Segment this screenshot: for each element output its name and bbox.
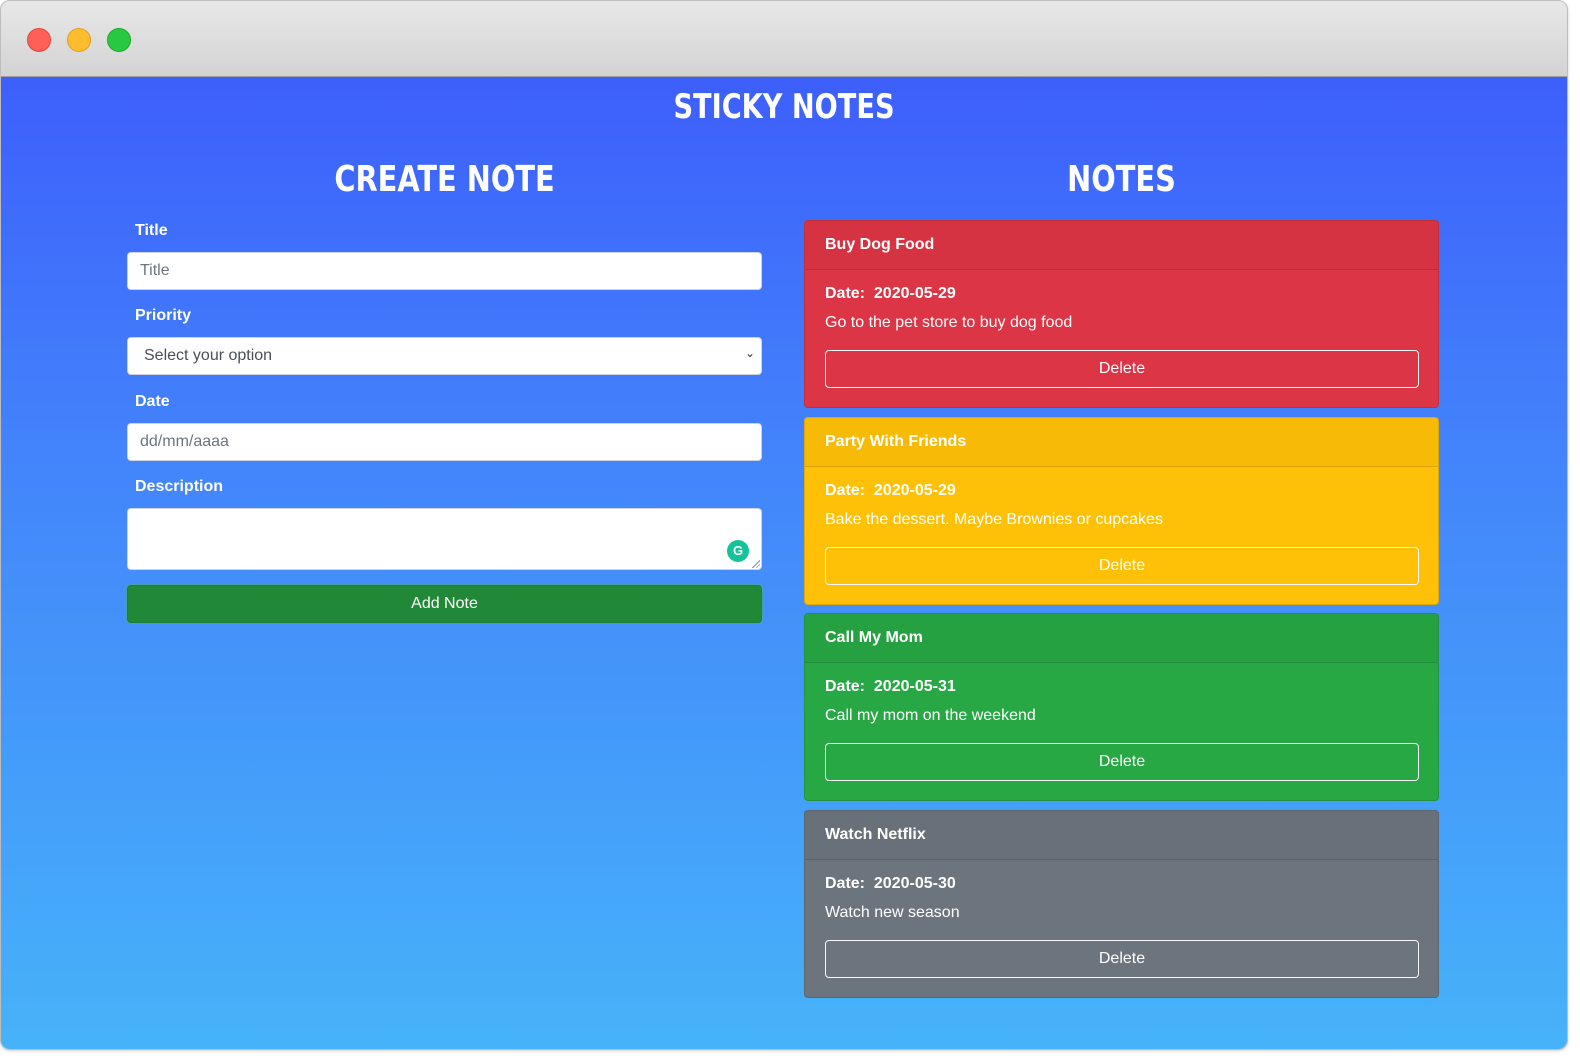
note-description: Bake the dessert. Maybe Brownies or cupc… — [825, 511, 1163, 528]
description-textarea[interactable]: G — [127, 508, 762, 570]
note-description: Go to the pet store to buy dog food — [825, 314, 1073, 331]
note-date: Date: 2020-05-29 — [825, 285, 956, 303]
priority-select[interactable]: Select your option ⌄ — [127, 337, 762, 375]
note-date: Date: 2020-05-31 — [825, 678, 956, 696]
note-card: Party With Friends Date: 2020-05-29 Bake… — [804, 417, 1439, 605]
note-card: Call My Mom Date: 2020-05-31 Call my mom… — [804, 613, 1439, 801]
delete-note-button[interactable]: Delete — [825, 743, 1419, 781]
note-title: Call My Mom — [805, 614, 1438, 663]
create-note-heading: Create Note — [334, 159, 555, 200]
resize-handle-icon[interactable] — [752, 560, 760, 568]
note-card: Watch Netflix Date: 2020-05-30 Watch new… — [804, 810, 1439, 998]
note-title: Buy Dog Food — [805, 221, 1438, 270]
delete-note-button[interactable]: Delete — [825, 940, 1419, 978]
note-date-label: Date: — [825, 678, 866, 695]
title-input[interactable] — [127, 252, 762, 290]
priority-select-value: Select your option — [144, 347, 273, 364]
grammarly-icon[interactable]: G — [727, 540, 749, 562]
minimize-window-button[interactable] — [67, 28, 91, 52]
title-label: Title — [135, 222, 168, 239]
notes-heading: Notes — [1067, 159, 1176, 200]
date-label: Date — [135, 393, 170, 410]
browser-window: Sticky Notes Create Note Notes Title Pri… — [0, 0, 1568, 1050]
note-date-label: Date: — [825, 285, 866, 302]
priority-label: Priority — [135, 307, 192, 324]
chevron-down-icon: ⌄ — [744, 346, 755, 360]
note-date-label: Date: — [825, 482, 866, 499]
maximize-window-button[interactable] — [107, 28, 131, 52]
description-label: Description — [135, 478, 224, 495]
note-title: Party With Friends — [805, 418, 1438, 467]
delete-note-button[interactable]: Delete — [825, 350, 1419, 388]
add-note-button[interactable]: Add Note — [127, 585, 762, 623]
note-date-value: 2020-05-31 — [873, 678, 956, 695]
note-date: Date: 2020-05-29 — [825, 482, 956, 500]
note-date-value: 2020-05-30 — [873, 875, 956, 892]
note-description: Watch new season — [825, 904, 960, 921]
close-window-button[interactable] — [27, 28, 51, 52]
date-input[interactable] — [127, 423, 762, 461]
page-title: Sticky Notes — [673, 87, 895, 127]
note-date-value: 2020-05-29 — [873, 482, 956, 499]
note-title: Watch Netflix — [805, 811, 1438, 860]
sticky-notes-app: Sticky Notes Create Note Notes Title Pri… — [1, 77, 1567, 1049]
window-titlebar — [1, 1, 1567, 77]
note-card: Buy Dog Food Date: 2020-05-29 Go to the … — [804, 220, 1439, 408]
note-date: Date: 2020-05-30 — [825, 875, 956, 893]
note-description: Call my mom on the weekend — [825, 707, 1036, 724]
note-date-value: 2020-05-29 — [873, 285, 956, 302]
delete-note-button[interactable]: Delete — [825, 547, 1419, 585]
note-date-label: Date: — [825, 875, 866, 892]
